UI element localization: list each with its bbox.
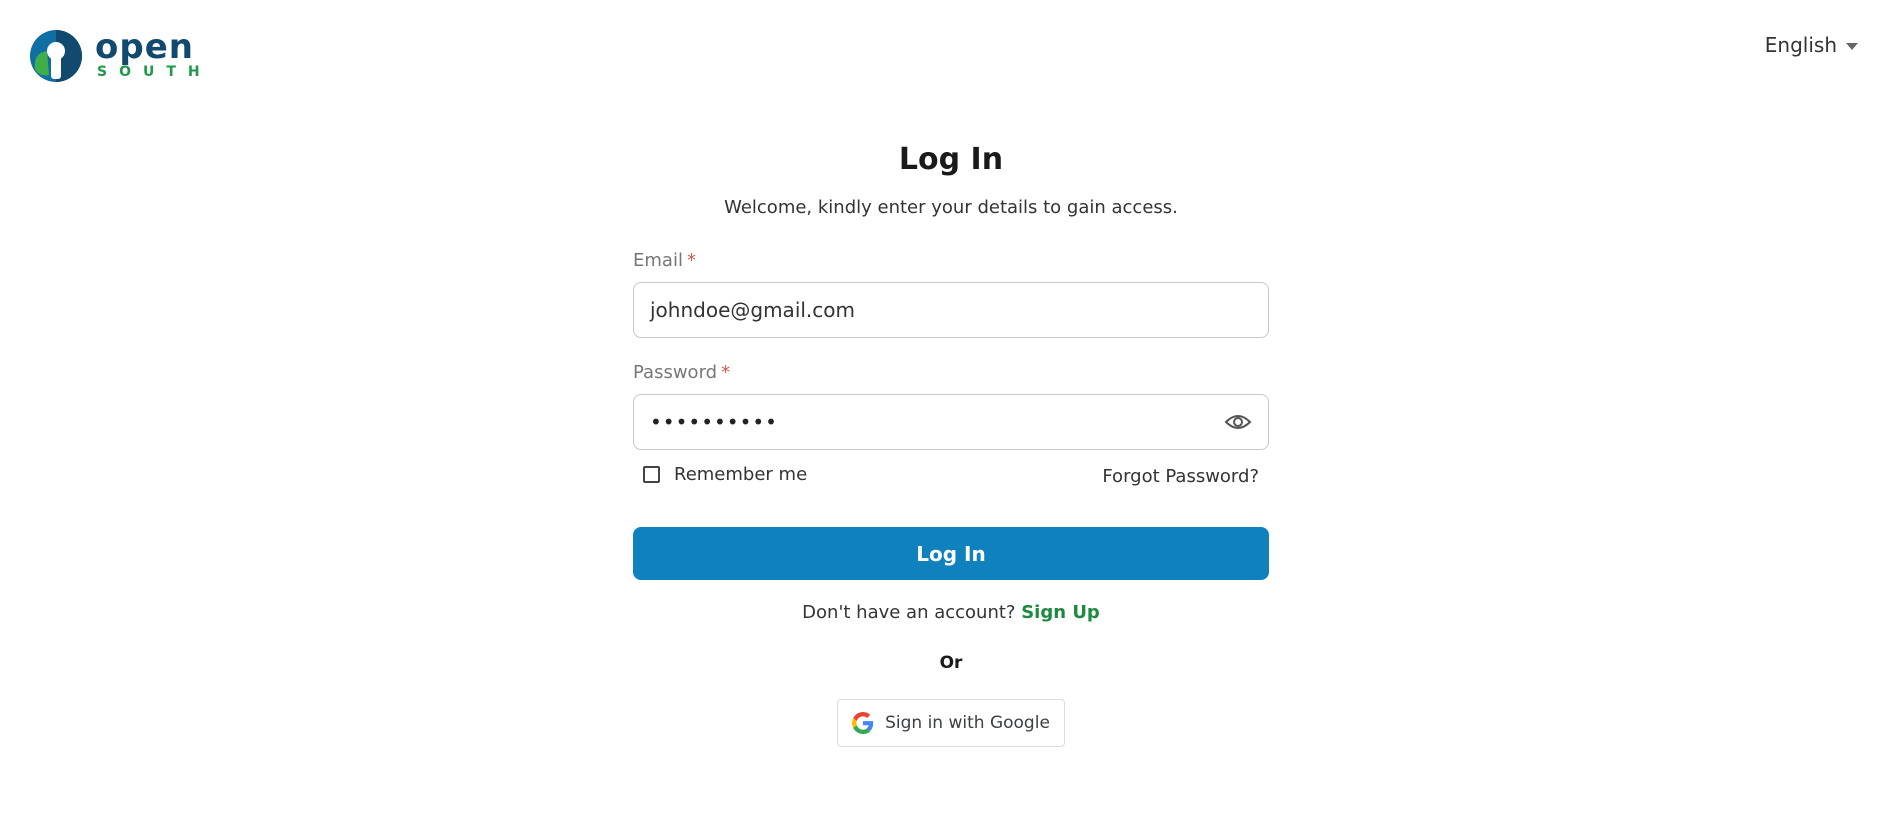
logo-mark-icon	[30, 30, 82, 82]
password-field[interactable]: ••••••••••	[633, 394, 1269, 450]
logo-text-top: open	[95, 27, 194, 67]
login-form: Log In Welcome, kindly enter your detail…	[633, 140, 1269, 747]
page-subtitle: Welcome, kindly enter your details to ga…	[724, 197, 1178, 218]
chevron-down-icon	[1846, 42, 1858, 50]
logo-text-bottom: SOUTH	[97, 64, 212, 80]
email-field-value: johndoe@gmail.com	[650, 298, 855, 322]
google-icon	[852, 712, 874, 734]
password-label: Password *	[633, 362, 1269, 384]
checkbox-box[interactable]	[643, 466, 660, 483]
required-mark: *	[721, 362, 731, 383]
google-signin-label: Sign in with Google	[885, 713, 1050, 733]
signup-prompt: Don't have an account?	[802, 602, 1016, 623]
language-select[interactable]: English	[1765, 33, 1858, 57]
forgot-password-link[interactable]: Forgot Password?	[1102, 466, 1259, 487]
password-label-text: Password	[633, 362, 718, 383]
email-field[interactable]: johndoe@gmail.com	[633, 282, 1269, 338]
page-title: Log In	[898, 142, 1004, 177]
signup-link[interactable]: Sign Up	[1021, 602, 1100, 623]
eye-icon[interactable]	[1224, 412, 1252, 432]
logo-wordmark: open SOUTH	[95, 27, 212, 80]
header: open SOUTH English	[0, 0, 1890, 110]
signup-row: Don't have an account? Sign Up	[633, 602, 1269, 623]
login-options-row: Remember me Forgot Password?	[633, 462, 1269, 487]
language-select-value: English	[1764, 33, 1837, 57]
required-mark: *	[686, 250, 696, 271]
logo[interactable]: open SOUTH	[29, 29, 212, 83]
password-field-value: ••••••••••	[650, 410, 778, 434]
google-signin-button[interactable]: Sign in with Google	[837, 699, 1065, 747]
remember-me-label: Remember me	[674, 464, 808, 485]
login-button[interactable]: Log In	[633, 527, 1269, 580]
or-divider: Or	[939, 653, 963, 673]
email-label-text: Email	[633, 250, 683, 271]
remember-me-checkbox[interactable]: Remember me	[643, 464, 807, 485]
email-label: Email *	[633, 250, 1269, 272]
